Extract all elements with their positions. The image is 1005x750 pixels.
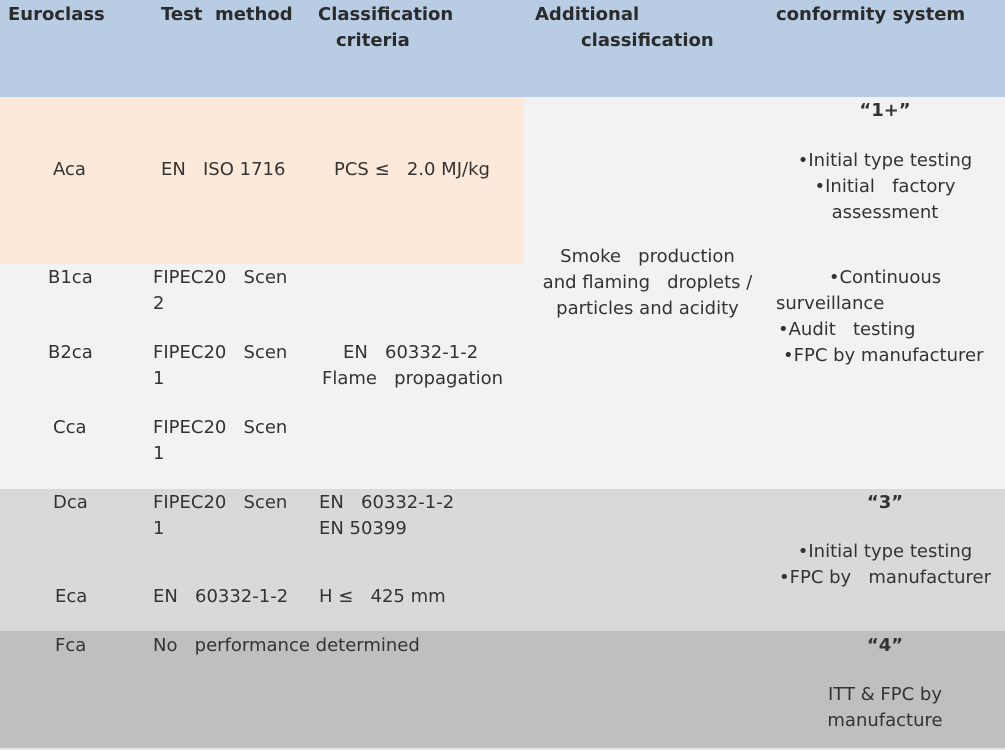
euroclass-eca: Eca [55,586,88,607]
header-test-method: Test method [161,4,293,25]
criteria-b2ca-line1: EN 60332-1-2 [343,342,479,363]
euroclass-b2ca: B2ca [48,342,93,363]
header-euroclass: Euroclass [8,4,105,25]
test-method-b1ca-line2: 2 [153,293,165,314]
conformity-3-line2: •FPC by manufacturer [779,567,991,588]
header-conformity-system: conformity system [776,4,966,25]
conformity-system-1plus-label: “1+” [859,100,911,121]
euroclass-aca: Aca [53,159,86,180]
additional-classification-line1: Smoke production [560,246,735,267]
euroclass-fca: Fca [55,635,87,656]
header-additional-classification-2: classification [581,30,714,51]
euroclass-dca: Dca [53,492,88,513]
conformity-system-3-label: “3” [866,492,904,513]
header-classification-criteria-2: criteria [336,30,410,51]
test-method-aca: EN ISO 1716 [161,159,286,180]
header-classification-criteria-1: Classification [318,4,454,25]
test-method-cca-line1: FIPEC20 Scen [153,417,288,438]
conformity-1plus-line2: •Initial factory [814,176,956,197]
conformity-1plus-line5: surveillance [776,293,885,314]
conformity-1plus-line6: •Audit testing [778,319,916,340]
conformity-4-line2: manufacture [827,710,943,731]
additional-classification-line3: particles and acidity [556,298,739,319]
euroclass-cca: Cca [53,417,87,438]
test-method-cca-line2: 1 [153,443,165,464]
criteria-eca: H ≤ 425 mm [319,586,446,607]
conformity-1plus-line3: assessment [831,202,939,223]
criteria-aca: PCS ≤ 2.0 MJ/kg [334,159,490,180]
criteria-b2ca-line2: Flame propagation [322,368,503,389]
conformity-1plus-line7: •FPC by manufacturer [783,345,984,366]
conformity-1plus-line1: •Initial type testing [797,150,973,171]
test-method-fca: No performance determined [153,635,420,656]
test-method-b1ca-line1: FIPEC20 Scen [153,267,288,288]
header-additional-classification-1: Additional [535,4,640,25]
conformity-1plus-line4: •Continuous [828,267,942,288]
test-method-dca-line1: FIPEC20 Scen [153,492,288,513]
criteria-dca-line2: EN 50399 [319,518,407,539]
criteria-dca-line1: EN 60332-1-2 [319,492,455,513]
test-method-dca-line2: 1 [153,518,165,539]
test-method-eca: EN 60332-1-2 [153,586,289,607]
test-method-b2ca-line1: FIPEC20 Scen [153,342,288,363]
additional-classification-line2: and flaming droplets / [542,272,753,293]
euroclass-b1ca: B1ca [48,267,93,288]
conformity-4-line1: ITT & FPC by [827,684,943,705]
test-method-b2ca-line2: 1 [153,368,165,389]
conformity-3-line1: •Initial type testing [797,541,973,562]
conformity-system-4-label: “4” [866,635,904,656]
